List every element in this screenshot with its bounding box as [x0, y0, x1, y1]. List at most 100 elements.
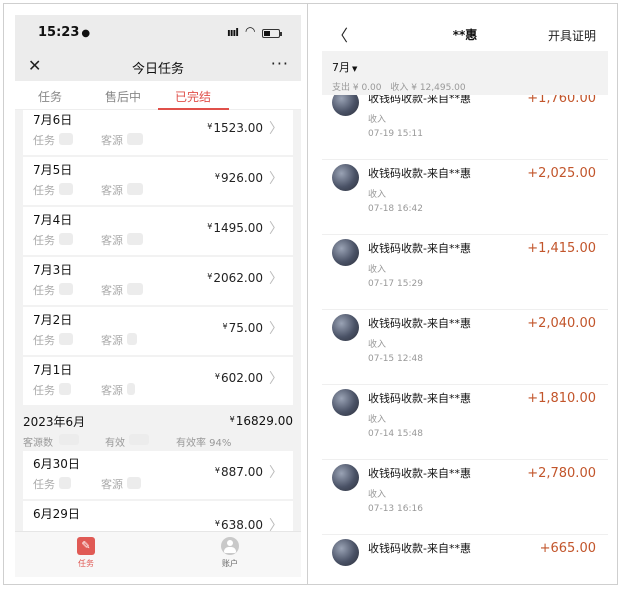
transaction-type: 收入 [368, 340, 387, 350]
tab-completed[interactable]: 已完结 [175, 88, 211, 105]
month-stats: 支出 ¥ 0.00 收入 ¥ 12,495.00 [332, 80, 472, 93]
tab-bar: 任务 售后中 已完结 [15, 81, 301, 110]
transaction-time: 07-13 16:16 [368, 504, 423, 514]
redacted-value [129, 434, 149, 445]
source-label: 客源 [101, 284, 123, 297]
transaction-type: 收入 [368, 265, 387, 275]
day-date: 7月1日 [33, 363, 73, 377]
certificate-button[interactable]: 开具证明 [548, 27, 596, 44]
day-amount: ¥1523.00 [207, 121, 263, 135]
day-date: 7月6日 [33, 113, 73, 127]
transaction-title: 收钱码收款-来自**惠 [368, 317, 471, 330]
day-row[interactable]: 7月3日 任务 客源 ¥2062.00 〉 [23, 257, 293, 305]
transaction-row[interactable]: 收钱码收款-来自**惠 收入 07-18 16:42 +2,025.00 [322, 160, 608, 235]
wifi-icon: ◠ [245, 24, 256, 38]
month-selector[interactable]: 7月 ▼ [332, 59, 357, 75]
tab-task[interactable]: 任务 [38, 88, 62, 105]
day-amount: ¥638.00 [214, 518, 263, 531]
month-title: 2023年6月 [23, 415, 86, 429]
transaction-row[interactable]: 收钱码收款-来自**惠 +665.00 [322, 535, 608, 577]
bottom-tab-account[interactable]: 账户 [210, 537, 250, 569]
chevron-right-icon: 〉 [269, 465, 283, 481]
stat-valid-rate: 有效率 94% [176, 438, 232, 449]
day-amount: ¥2062.00 [207, 271, 263, 285]
page-title: 今日任务 [131, 62, 184, 77]
day-date: 7月2日 [33, 313, 73, 327]
transaction-row[interactable]: 收钱码收款-来自**惠 收入 07-15 12:48 +2,040.00 [322, 310, 608, 385]
transaction-row[interactable]: 收钱码收款-来自**惠 收入 07-14 15:48 +1,810.00 [322, 385, 608, 460]
chevron-right-icon: 〉 [269, 271, 283, 287]
transaction-amount: +1,760.00 [527, 95, 596, 106]
redacted-value [127, 233, 143, 245]
tab-after-sale[interactable]: 售后中 [105, 88, 141, 105]
avatar [332, 314, 359, 341]
redacted-value [59, 434, 79, 445]
source-label: 客源 [101, 234, 123, 247]
expense-total: 支出 ¥ 0.00 [332, 83, 382, 93]
source-label: 客源 [101, 134, 123, 147]
status-bar: 15:23 ● ıııl ◠ [15, 15, 301, 51]
transaction-amount: +1,415.00 [527, 241, 596, 256]
day-row[interactable]: 7月2日 任务 客源 ¥75.00 〉 [23, 307, 293, 355]
transaction-title: 收钱码收款-来自**惠 [368, 167, 471, 180]
task-label: 任务 [33, 478, 55, 491]
avatar [332, 464, 359, 491]
panel-divider [307, 3, 308, 585]
transaction-amount: +2,780.00 [527, 466, 596, 481]
redacted-value [127, 333, 137, 345]
chevron-right-icon: 〉 [269, 171, 283, 187]
task-label: 任务 [33, 284, 55, 297]
chevron-right-icon: 〉 [269, 371, 283, 387]
day-date: 7月3日 [33, 263, 73, 277]
bottom-tab-task[interactable]: ✎ 任务 [66, 537, 106, 569]
task-label: 任务 [33, 234, 55, 247]
transaction-title: 收钱码收款-来自**惠 [368, 542, 471, 555]
month-summary: 2023年6月 ¥16829.00 客源数 有效 有效率 94% [15, 410, 301, 451]
transaction-time: 07-18 16:42 [368, 204, 423, 214]
day-date: 7月4日 [33, 213, 73, 227]
more-icon[interactable]: ··· [271, 54, 289, 73]
transaction-title: 收钱码收款-来自**惠 [368, 392, 471, 405]
day-row[interactable]: 6月29日 ¥638.00 〉 [23, 501, 293, 531]
day-list: 7月6日 任务 客源 ¥1523.00 〉 7月5日 任务 客源 ¥926.00… [15, 110, 301, 531]
transaction-time: 07-14 15:48 [368, 429, 423, 439]
source-label: 客源 [101, 478, 123, 491]
redacted-value [59, 133, 73, 145]
day-amount: ¥75.00 [222, 321, 263, 335]
task-icon: ✎ [77, 537, 95, 555]
transaction-amount: +1,810.00 [527, 391, 596, 406]
task-label: 任务 [33, 134, 55, 147]
day-row[interactable]: 7月4日 任务 客源 ¥1495.00 〉 [23, 207, 293, 255]
redacted-value [59, 333, 73, 345]
transaction-title: 收钱码收款-来自**惠 [368, 467, 471, 480]
bottom-tab-label: 任务 [78, 559, 94, 568]
redacted-value [59, 233, 73, 245]
chevron-right-icon: 〉 [269, 518, 283, 531]
redacted-value [59, 183, 73, 195]
transaction-amount: +2,040.00 [527, 316, 596, 331]
title-bar: ✕ 今日任务 ··· [15, 51, 301, 81]
signal-icon: ıııl [227, 26, 239, 39]
day-amount: ¥926.00 [214, 171, 263, 185]
redacted-value [127, 133, 143, 145]
avatar [332, 239, 359, 266]
caret-down-icon: ▼ [352, 65, 358, 73]
transaction-row[interactable]: 收钱码收款-来自**惠 收入 07-19 15:11 +1,760.00 [322, 95, 608, 160]
transaction-row[interactable]: 收钱码收款-来自**惠 收入 07-17 15:29 +1,415.00 [322, 235, 608, 310]
day-amount: ¥602.00 [214, 371, 263, 385]
source-label: 客源 [101, 334, 123, 347]
transaction-type: 收入 [368, 190, 387, 200]
day-row[interactable]: 7月6日 任务 客源 ¥1523.00 〉 [23, 110, 293, 155]
bottom-tab-bar: ✎ 任务 账户 [15, 531, 301, 577]
stat-valid: 有效 [105, 438, 125, 449]
source-label: 客源 [101, 384, 123, 397]
day-row[interactable]: 6月30日 任务 客源 ¥887.00 〉 [23, 451, 293, 499]
chevron-right-icon: 〉 [269, 221, 283, 237]
transaction-row[interactable]: 收钱码收款-来自**惠 收入 07-13 16:16 +2,780.00 [322, 460, 608, 535]
avatar [332, 539, 359, 566]
day-row[interactable]: 7月1日 任务 客源 ¥602.00 〉 [23, 357, 293, 405]
day-row[interactable]: 7月5日 任务 客源 ¥926.00 〉 [23, 157, 293, 205]
redacted-value [59, 383, 71, 395]
month-summary: 7月 ▼ 支出 ¥ 0.00 收入 ¥ 12,495.00 [322, 51, 608, 95]
avatar [332, 95, 359, 116]
